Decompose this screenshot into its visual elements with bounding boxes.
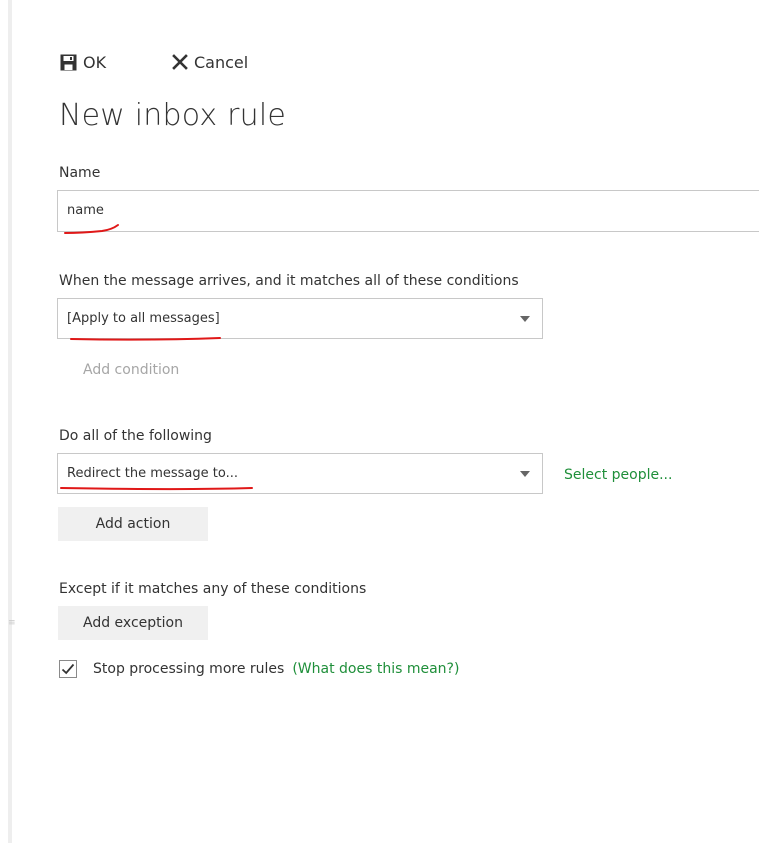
condition-dropdown-value: [Apply to all messages] bbox=[67, 311, 220, 326]
stop-processing-checkbox[interactable] bbox=[59, 660, 77, 678]
select-people-link[interactable]: Select people... bbox=[564, 467, 672, 483]
chevron-down-icon bbox=[520, 471, 530, 477]
close-icon bbox=[172, 54, 188, 70]
save-icon bbox=[60, 54, 77, 71]
add-condition-button[interactable]: Add condition bbox=[83, 362, 179, 378]
actions-label: Do all of the following bbox=[59, 428, 212, 444]
stop-processing-row: Stop processing more rules (What does th… bbox=[59, 659, 459, 679]
add-action-button[interactable]: Add action bbox=[58, 507, 208, 541]
panel-left-border bbox=[8, 0, 12, 843]
add-exception-button[interactable]: Add exception bbox=[58, 606, 208, 640]
exceptions-label: Except if it matches any of these condit… bbox=[59, 581, 367, 597]
chevron-down-icon bbox=[520, 316, 530, 322]
cancel-label: Cancel bbox=[194, 52, 249, 72]
name-field-label: Name bbox=[59, 165, 101, 181]
page-title: New inbox rule bbox=[59, 98, 287, 133]
ok-label: OK bbox=[83, 52, 107, 72]
condition-dropdown[interactable]: [Apply to all messages] bbox=[57, 298, 543, 339]
conditions-label: When the message arrives, and it matches… bbox=[59, 273, 519, 289]
action-dropdown-value: Redirect the message to... bbox=[67, 466, 238, 481]
cancel-button[interactable]: Cancel bbox=[172, 52, 248, 72]
name-input-value: name bbox=[67, 203, 104, 218]
action-dropdown[interactable]: Redirect the message to... bbox=[57, 453, 543, 494]
ok-button[interactable]: OK bbox=[60, 52, 106, 72]
name-input[interactable]: name bbox=[57, 190, 759, 232]
stop-processing-label: Stop processing more rules bbox=[93, 661, 285, 677]
what-does-this-mean-link[interactable]: (What does this mean?) bbox=[292, 661, 459, 677]
help-link-text: What does this mean? bbox=[297, 661, 454, 677]
checkmark-icon bbox=[61, 663, 75, 675]
left-edge-marker: ≡ bbox=[8, 618, 16, 628]
